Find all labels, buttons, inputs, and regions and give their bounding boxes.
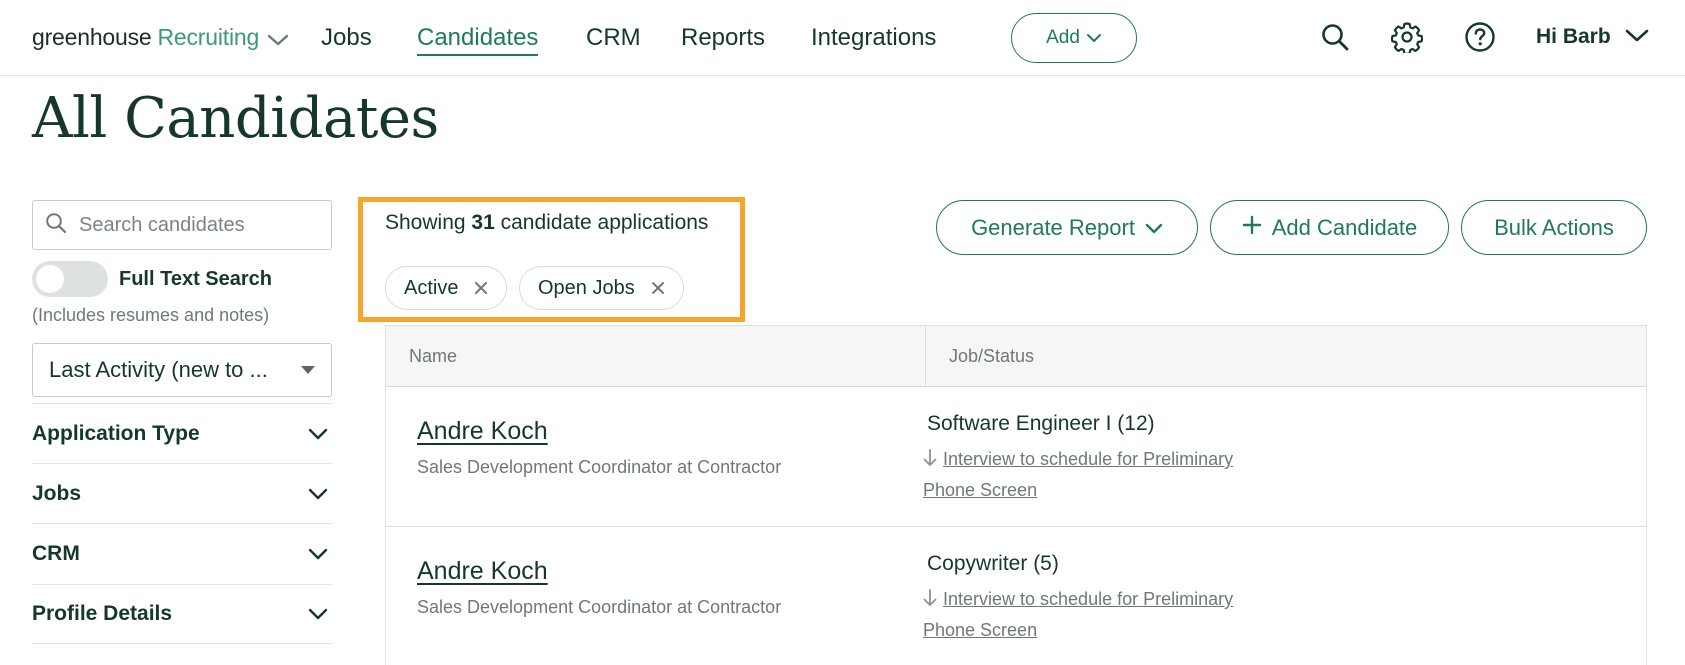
add-button[interactable]: Add xyxy=(1011,13,1137,63)
caret-down-icon xyxy=(301,366,315,374)
status-link[interactable]: Interview to schedule for Preliminary xyxy=(943,449,1233,469)
nav-link-reports[interactable]: Reports xyxy=(681,24,765,52)
sort-select[interactable]: Last Activity (new to ... xyxy=(32,343,332,397)
filter-label: Profile Details xyxy=(32,602,173,625)
full-text-search-toggle[interactable] xyxy=(32,261,108,297)
job-name: Copywriter (5) xyxy=(927,552,1059,575)
table-header: Name Job/Status xyxy=(386,326,1646,387)
arrow-down-icon xyxy=(923,447,937,476)
arrow-down-icon xyxy=(923,587,937,616)
job-name: Software Engineer I (12) xyxy=(927,412,1155,435)
filter-profile-details[interactable]: Profile Details xyxy=(32,584,332,644)
job-status: Interview to schedule for Preliminary Ph… xyxy=(923,445,1283,505)
chevron-down-icon xyxy=(308,542,328,566)
chevron-down-icon xyxy=(308,422,328,446)
nav-link-candidates[interactable]: Candidates xyxy=(417,24,539,56)
toggle-knob xyxy=(36,265,64,293)
filter-label: Application Type xyxy=(32,421,200,445)
candidate-name-link[interactable]: Andre Koch xyxy=(417,417,548,446)
nav-link-integrations[interactable]: Integrations xyxy=(811,24,936,52)
add-candidate-button[interactable]: Add Candidate xyxy=(1210,200,1449,255)
status-link[interactable]: Interview to schedule for Preliminary xyxy=(943,589,1233,609)
job-status: Interview to schedule for Preliminary Ph… xyxy=(923,585,1283,645)
logo[interactable]: greenhouse Recruiting xyxy=(32,22,289,53)
user-greeting: Hi Barb xyxy=(1536,25,1611,48)
page-title: All Candidates xyxy=(32,86,439,151)
plus-icon xyxy=(1242,215,1262,241)
showing-prefix: Showing xyxy=(385,211,466,234)
gear-icon[interactable] xyxy=(1390,20,1424,54)
column-header-job-status[interactable]: Job/Status xyxy=(949,346,1034,367)
close-icon[interactable] xyxy=(651,281,665,295)
filter-application-type[interactable]: Application Type xyxy=(32,403,332,463)
logo-text: greenhouse xyxy=(32,24,152,50)
logo-product: Recruiting xyxy=(157,24,260,50)
results-count: Showing 31 candidate applications xyxy=(385,211,708,235)
bulk-actions-button[interactable]: Bulk Actions xyxy=(1461,200,1647,255)
chevron-down-icon xyxy=(1086,27,1102,49)
sort-select-value: Last Activity (new to ... xyxy=(49,357,268,382)
column-divider xyxy=(925,326,926,387)
add-button-label: Add xyxy=(1046,27,1080,48)
filter-chip-active: Active xyxy=(385,266,508,310)
column-header-name[interactable]: Name xyxy=(409,346,457,367)
table-row: Andre Koch Sales Development Coordinator… xyxy=(386,387,1646,527)
results-number: 31 xyxy=(471,211,495,234)
full-text-search-hint: (Includes resumes and notes) xyxy=(32,305,270,325)
chevron-down-icon xyxy=(308,482,328,506)
nav-link-crm[interactable]: CRM xyxy=(586,24,641,52)
full-text-search-label: Full Text Search xyxy=(119,268,273,290)
filter-crm[interactable]: CRM xyxy=(32,523,332,583)
search-input[interactable] xyxy=(79,213,309,237)
filter-label: CRM xyxy=(32,541,80,565)
chevron-down-icon[interactable] xyxy=(267,26,289,53)
filter-jobs[interactable]: Jobs xyxy=(32,463,332,523)
generate-report-label: Generate Report xyxy=(971,214,1135,240)
candidate-title: Sales Development Coordinator at Contrac… xyxy=(417,597,782,617)
status-link[interactable]: Phone Screen xyxy=(923,620,1037,640)
user-menu[interactable]: Hi Barb xyxy=(1536,25,1649,49)
search-field[interactable] xyxy=(32,200,332,250)
bulk-actions-label: Bulk Actions xyxy=(1494,214,1614,240)
filter-chip-open-jobs: Open Jobs xyxy=(519,266,684,310)
nav-link-jobs[interactable]: Jobs xyxy=(321,24,372,52)
table-row: Andre Koch Sales Development Coordinator… xyxy=(386,527,1646,665)
chip-label: Active xyxy=(404,276,459,299)
candidate-title: Sales Development Coordinator at Contrac… xyxy=(417,457,782,477)
chevron-down-icon xyxy=(1625,25,1649,49)
add-candidate-label: Add Candidate xyxy=(1271,214,1418,240)
generate-report-button[interactable]: Generate Report xyxy=(936,200,1198,255)
candidate-name-link[interactable]: Andre Koch xyxy=(417,557,548,586)
chevron-down-icon xyxy=(1145,215,1163,241)
close-icon[interactable] xyxy=(474,281,488,295)
chip-label: Open Jobs xyxy=(538,276,635,299)
filter-label: Jobs xyxy=(32,481,82,505)
top-navigation: greenhouse Recruiting Jobs Candidates CR… xyxy=(0,0,1685,76)
status-link[interactable]: Phone Screen xyxy=(923,480,1037,500)
chevron-down-icon xyxy=(308,602,328,626)
help-icon[interactable] xyxy=(1463,20,1497,54)
search-icon[interactable] xyxy=(1318,20,1352,54)
search-icon xyxy=(45,212,67,239)
showing-suffix: candidate applications xyxy=(500,211,709,234)
candidates-table: Name Job/Status Andre Koch Sales Develop… xyxy=(385,325,1647,665)
